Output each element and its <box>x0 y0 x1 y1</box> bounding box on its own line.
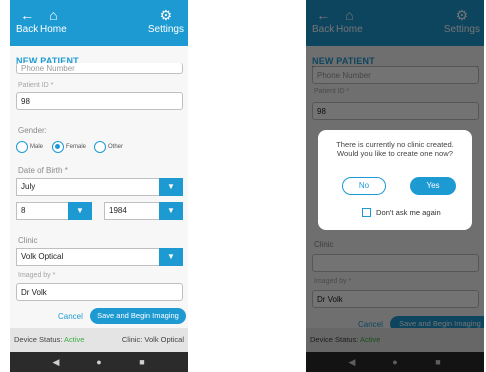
phone-screen-dialog: ← Back ⌂ Home ⚙ Settings NEW PATIENT Pho… <box>306 0 484 372</box>
clinic-value: Volk Optical <box>21 252 64 261</box>
settings-button[interactable]: ⚙ Settings <box>148 6 184 35</box>
gender-radio-female[interactable]: Female <box>52 140 86 154</box>
nav-back-icon[interactable]: ◀ <box>46 352 66 372</box>
clinic-select[interactable]: Volk Optical ▼ <box>16 248 183 266</box>
gender-label: Gender: <box>18 126 47 135</box>
chevron-down-icon[interactable]: ▼ <box>159 178 183 196</box>
dob-month-value: July <box>21 182 36 191</box>
app-bar: ← Back ⌂ Home ⚙ Settings <box>10 0 188 46</box>
back-arrow-icon: ← <box>20 7 35 23</box>
nav-recents-icon[interactable]: ■ <box>132 352 152 372</box>
dob-year-value: 1984 <box>109 206 127 215</box>
dob-day-value: 8 <box>21 206 26 215</box>
phone-screen-form: ← Back ⌂ Home ⚙ Settings NEW PATIENT Pho… <box>10 0 188 372</box>
chevron-down-icon[interactable]: ▼ <box>159 202 183 220</box>
nav-home-icon[interactable]: ● <box>89 352 109 372</box>
radio-label: Female <box>66 144 87 150</box>
yes-button[interactable]: Yes <box>410 177 456 195</box>
patient-id-field[interactable]: 98 <box>16 92 183 110</box>
radio-circle <box>94 141 106 153</box>
home-button[interactable]: ⌂ Home <box>40 6 67 35</box>
dont-ask-checkbox[interactable] <box>362 208 371 217</box>
save-and-begin-imaging-button[interactable]: Save and Begin Imaging <box>90 308 186 324</box>
chevron-down-icon[interactable]: ▼ <box>159 248 183 266</box>
cancel-button[interactable]: Cancel <box>58 312 83 321</box>
no-button[interactable]: No <box>342 177 386 195</box>
status-bar: Device Status: Active Clinic: Volk Optic… <box>10 328 188 352</box>
no-clinic-dialog: There is currently no clinic created. Wo… <box>318 130 472 230</box>
dialog-message: There is currently no clinic created. Wo… <box>336 140 454 158</box>
clinic-label: Clinic <box>18 236 38 245</box>
back-button[interactable]: ← Back <box>16 6 38 35</box>
gender-radio-male[interactable]: Male <box>16 140 43 154</box>
form-scroll-area[interactable]: NEW PATIENT Phone Number Patient ID * 98… <box>10 46 188 328</box>
dob-month-select[interactable]: July ▼ <box>16 178 183 196</box>
home-label: Home <box>40 24 67 35</box>
device-status-label: Device Status: <box>14 335 63 344</box>
gear-icon: ⚙ <box>159 7 173 23</box>
android-nav-bar: ◀ ● ■ <box>10 352 188 372</box>
imaged-by-field[interactable]: Dr Volk <box>16 283 183 301</box>
dont-ask-label[interactable]: Don't ask me again <box>376 208 441 217</box>
dob-day-select[interactable]: 8 ▼ <box>16 202 92 220</box>
patient-id-label: Patient ID * <box>18 82 54 89</box>
dob-year-select[interactable]: 1984 ▼ <box>104 202 183 220</box>
gender-radio-other[interactable]: Other <box>94 140 123 154</box>
clinic-status: Clinic: Volk Optical <box>122 328 184 352</box>
radio-circle-selected <box>52 141 64 153</box>
clinic-status-label: Clinic: <box>121 335 143 344</box>
dob-label: Date of Birth * <box>18 166 68 175</box>
radio-circle <box>16 141 28 153</box>
phone-number-field[interactable]: Phone Number <box>16 63 183 74</box>
settings-label: Settings <box>147 24 184 35</box>
back-label: Back <box>16 24 39 35</box>
radio-label: Male <box>30 144 44 150</box>
chevron-down-icon[interactable]: ▼ <box>68 202 92 220</box>
clinic-status-value: Volk Optical <box>144 335 184 344</box>
home-icon: ⌂ <box>49 7 58 23</box>
imaged-by-label: Imaged by * <box>18 272 56 279</box>
device-status-value: Active <box>64 335 85 344</box>
radio-label: Other <box>108 144 124 150</box>
device-status: Device Status: Active <box>14 328 84 352</box>
